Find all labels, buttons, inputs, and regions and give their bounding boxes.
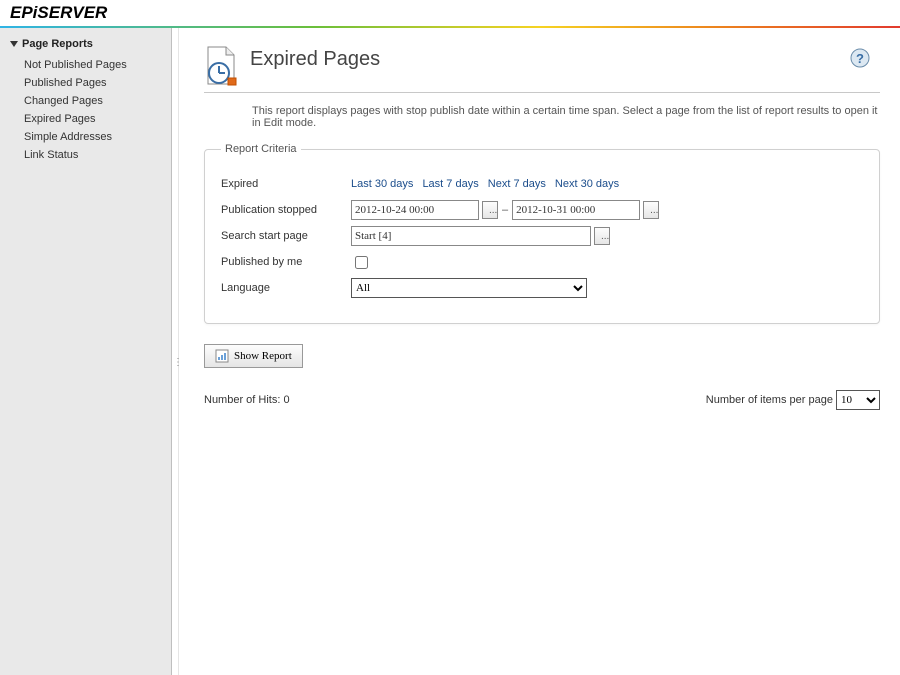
criteria-fieldset: Report Criteria Expired Last 30 days Las…: [204, 143, 880, 324]
expired-quick-links: Last 30 days Last 7 days Next 7 days Nex…: [351, 178, 625, 190]
expired-label: Expired: [221, 178, 351, 190]
splitter-grip-icon: ⋮: [173, 361, 183, 365]
quick-link-next-30[interactable]: Next 30 days: [555, 178, 619, 190]
expired-page-icon: [204, 46, 240, 86]
items-per-page-label: Number of items per page: [706, 394, 833, 406]
svg-text:?: ?: [856, 51, 864, 66]
sidebar-item-expired[interactable]: Expired Pages: [8, 110, 163, 128]
start-page-picker[interactable]: ...: [594, 227, 610, 245]
sidebar-item-label: Simple Addresses: [24, 131, 112, 143]
report-icon: [215, 349, 229, 363]
language-select[interactable]: All: [351, 278, 587, 298]
app-logo: EPiSERVER: [0, 0, 900, 26]
sidebar-item-label: Published Pages: [24, 77, 107, 89]
chevron-down-icon: [10, 40, 18, 48]
publication-from-picker[interactable]: ...: [482, 201, 498, 219]
hits-label: Number of Hits: 0: [204, 394, 290, 406]
quick-link-next-7[interactable]: Next 7 days: [488, 178, 546, 190]
sidebar-item-label: Expired Pages: [24, 113, 96, 125]
sidebar-item-published[interactable]: Published Pages: [8, 74, 163, 92]
criteria-legend: Report Criteria: [221, 143, 301, 155]
quick-link-last-7[interactable]: Last 7 days: [422, 178, 478, 190]
splitter[interactable]: ⋮: [172, 28, 179, 675]
start-page-input[interactable]: [351, 226, 591, 246]
sidebar-group-label: Page Reports: [22, 38, 93, 50]
page-title: Expired Pages: [250, 48, 850, 71]
published-by-me-label: Published by me: [221, 256, 351, 268]
start-page-label: Search start page: [221, 230, 351, 242]
sidebar-item-label: Changed Pages: [24, 95, 103, 107]
sidebar-group-page-reports[interactable]: Page Reports: [10, 38, 163, 50]
publication-stopped-label: Publication stopped: [221, 204, 351, 216]
page-intro: This report displays pages with stop pub…: [252, 105, 880, 129]
sidebar-item-label: Not Published Pages: [24, 59, 127, 71]
results-footer: Number of Hits: 0 Number of items per pa…: [204, 390, 880, 410]
sidebar-item-not-published[interactable]: Not Published Pages: [8, 56, 163, 74]
publication-to-picker[interactable]: ...: [643, 201, 659, 219]
show-report-button[interactable]: Show Report: [204, 344, 303, 368]
page-titlebar: Expired Pages ?: [204, 46, 880, 93]
items-per-page-select[interactable]: 10: [836, 390, 880, 410]
publication-to-input[interactable]: [512, 200, 640, 220]
sidebar-item-link-status[interactable]: Link Status: [8, 146, 163, 164]
sidebar: Page Reports Not Published Pages Publish…: [0, 28, 172, 675]
publication-from-input[interactable]: [351, 200, 479, 220]
quick-link-last-30[interactable]: Last 30 days: [351, 178, 413, 190]
language-label: Language: [221, 282, 351, 294]
date-range-separator: –: [502, 204, 508, 216]
help-icon[interactable]: ?: [850, 48, 870, 68]
published-by-me-checkbox[interactable]: [355, 256, 368, 269]
sidebar-item-label: Link Status: [24, 149, 78, 161]
sidebar-item-simple-addresses[interactable]: Simple Addresses: [8, 128, 163, 146]
sidebar-item-changed[interactable]: Changed Pages: [8, 92, 163, 110]
app-frame: Page Reports Not Published Pages Publish…: [0, 28, 900, 675]
show-report-label: Show Report: [234, 350, 292, 362]
main-content: Expired Pages ? This report displays pag…: [179, 28, 900, 675]
